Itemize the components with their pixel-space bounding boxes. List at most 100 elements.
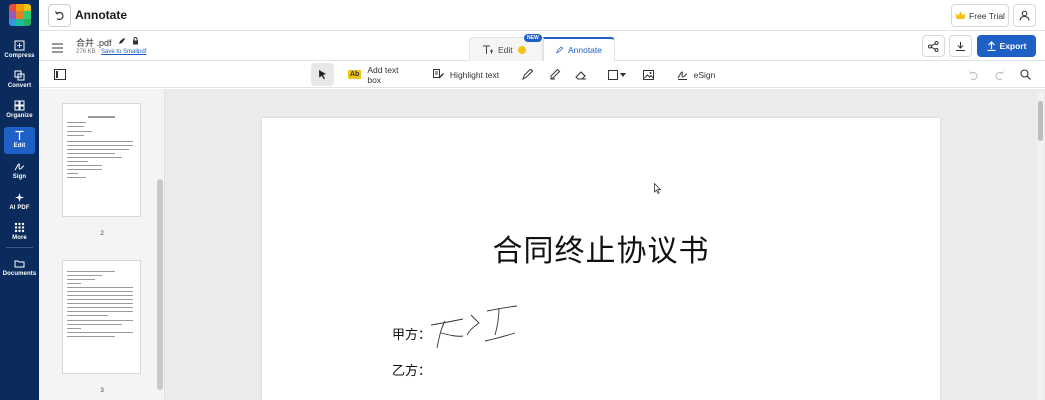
account-button[interactable] [1013, 4, 1036, 27]
mode-tabs: Edit NEW Annotate [469, 34, 615, 61]
download-button[interactable] [949, 35, 972, 57]
share-icon [928, 40, 939, 52]
select-tool-button[interactable] [311, 63, 334, 86]
undo-arrow-icon [54, 11, 64, 21]
new-badge: NEW [524, 34, 542, 42]
document-page[interactable]: 合同终止协议书 甲方： 乙方： [262, 118, 940, 400]
highlight-text-label: Highlight text [449, 69, 500, 80]
undo-icon [968, 70, 977, 80]
highlight-text-button[interactable]: Highlight text [432, 63, 500, 86]
meta-separator: · [97, 49, 100, 55]
free-trial-label: Free Trial [969, 10, 1005, 21]
rail-label: AI PDF [9, 205, 30, 211]
party-a-label: 甲方： [392, 327, 432, 342]
pen-icon [556, 46, 563, 54]
back-button[interactable] [48, 4, 71, 27]
file-size: 276 KB [76, 49, 96, 55]
page-thumbnail[interactable] [62, 260, 141, 374]
document-canvas[interactable]: 合同终止协议书 甲方： 乙方： [165, 89, 1045, 400]
rail-label: Documents [2, 271, 37, 277]
text-cursor-icon [483, 45, 493, 54]
highlighter-icon [550, 69, 560, 80]
top-bar: Annotate Free Trial [39, 0, 1045, 31]
rail-item-edit[interactable]: Edit [4, 127, 35, 154]
undo-button[interactable] [966, 63, 980, 86]
rail-divider [6, 247, 33, 248]
rail-item-ai-pdf[interactable]: AI PDF [0, 189, 39, 216]
image-icon [642, 69, 654, 80]
page-thumbnails-panel: 2 3 [39, 89, 165, 400]
export-label: Export [999, 41, 1027, 51]
rail-item-documents[interactable]: Documents [0, 255, 39, 282]
search-button[interactable] [1018, 63, 1032, 86]
tab-edit[interactable]: Edit NEW [469, 34, 543, 61]
export-button[interactable]: Export [977, 35, 1036, 57]
shape-tool-dropdown[interactable] [607, 63, 627, 86]
premium-crown-icon [517, 45, 526, 54]
mouse-cursor-icon [654, 183, 662, 194]
image-tool-button[interactable] [641, 63, 655, 86]
highlight-text-icon [432, 69, 444, 79]
rail-label: More [12, 235, 27, 241]
caret-down-icon [620, 72, 626, 77]
esign-button[interactable]: eSign [676, 63, 716, 86]
handwritten-signature[interactable] [427, 303, 522, 353]
tab-annotate-label: Annotate [567, 45, 602, 55]
free-trial-button[interactable]: Free Trial [951, 4, 1009, 27]
tab-annotate[interactable]: Annotate [543, 37, 615, 61]
sign-icon [14, 160, 26, 172]
folder-icon [14, 257, 26, 269]
menu-button[interactable] [52, 40, 63, 58]
eraser-tool-button[interactable] [574, 63, 588, 86]
page-title: Annotate [75, 8, 127, 22]
rail-item-organize[interactable]: Organize [0, 97, 39, 124]
rail-item-more[interactable]: More [0, 219, 39, 246]
rail-label: Convert [7, 83, 32, 89]
page-number: 3 [100, 387, 104, 394]
compress-icon [14, 39, 26, 51]
rail-label: Edit [13, 143, 26, 149]
redo-button[interactable] [992, 63, 1006, 86]
rail-label: Sign [12, 174, 27, 180]
annotation-toolbar: Ab Add text box Highlight text eSign [39, 61, 1045, 88]
rail-label: Compress [4, 53, 35, 59]
file-bar: 合并 .pdf 276 KB · Save to Smallpdf Edit N… [39, 31, 1045, 61]
rail-item-sign[interactable]: Sign [0, 158, 39, 185]
text-box-icon: Ab [348, 70, 362, 79]
scrollbar-thumb[interactable] [1038, 101, 1043, 141]
thumbnails-scrollbar[interactable] [157, 179, 163, 390]
document-title: 合同终止协议书 [492, 234, 710, 269]
page-thumbnail[interactable] [62, 103, 141, 217]
lock-icon[interactable] [132, 37, 139, 45]
highlighter-tool-button[interactable] [548, 63, 562, 86]
convert-icon [14, 69, 26, 81]
rail-item-convert[interactable]: Convert [0, 67, 39, 94]
user-icon [1019, 10, 1030, 21]
eraser-icon [575, 71, 586, 80]
pencil-icon[interactable] [118, 37, 126, 45]
add-text-box-button[interactable]: Ab Add text box [348, 63, 413, 86]
app-logo[interactable] [9, 4, 31, 26]
file-name[interactable]: 合并 .pdf [76, 36, 112, 49]
organize-icon [14, 99, 26, 111]
rectangle-icon [608, 69, 618, 80]
sidebar-icon [54, 69, 66, 80]
hamburger-icon [52, 43, 63, 53]
upload-icon [987, 41, 996, 51]
signature-icon [677, 71, 687, 80]
share-button[interactable] [922, 35, 945, 57]
pen-tool-button[interactable] [520, 63, 534, 86]
save-to-smallpdf-link[interactable]: Save to Smallpdf [101, 49, 146, 55]
download-icon [956, 41, 965, 51]
crown-icon [955, 11, 966, 19]
pointer-icon [318, 70, 326, 80]
redo-icon [995, 70, 1004, 80]
rail-item-compress[interactable]: Compress [0, 37, 39, 64]
text-edit-icon [14, 129, 26, 141]
grid-icon [14, 221, 26, 233]
tab-edit-label: Edit [498, 44, 513, 55]
canvas-scrollbar[interactable] [1037, 91, 1044, 400]
search-icon [1019, 69, 1031, 80]
toggle-sidebar-button[interactable] [52, 63, 68, 86]
add-text-box-label: Add text box [367, 64, 399, 85]
